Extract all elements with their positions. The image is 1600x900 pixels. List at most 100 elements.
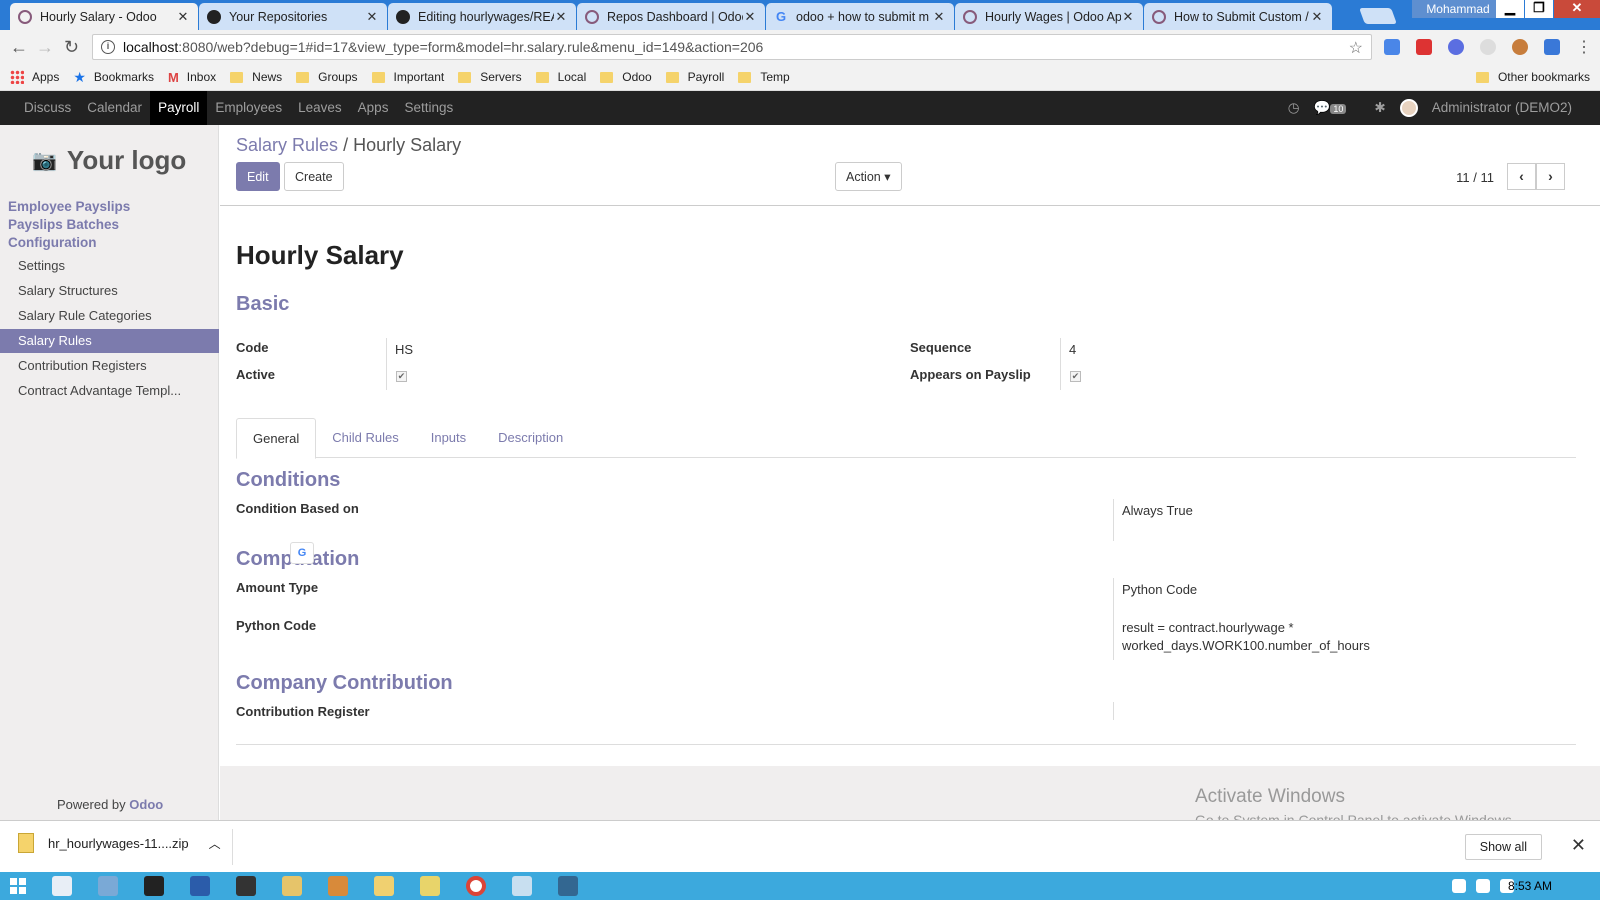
tab-inputs[interactable]: Inputs [415, 418, 482, 458]
action-dropdown[interactable]: Action ▾ [835, 162, 902, 191]
sidebar-item-contract-advantage[interactable]: Contract Advantage Templ... [0, 379, 219, 403]
google-translate-popup-icon[interactable]: G [290, 542, 314, 564]
computer-icon[interactable] [98, 876, 118, 896]
browser-tab-google-search[interactable]: G odoo + how to submit m ✕ [766, 3, 954, 30]
bookmark-news[interactable]: News [230, 70, 282, 84]
extension-red-icon[interactable] [1416, 39, 1432, 55]
windows-start-icon[interactable] [10, 878, 26, 894]
explorer-folder-icon[interactable] [374, 876, 394, 896]
chrome-icon[interactable] [466, 876, 486, 896]
bookmark-payroll[interactable]: Payroll [665, 70, 724, 84]
tab-description[interactable]: Description [482, 418, 579, 458]
sidebar-item-salary-rules[interactable]: Salary Rules [0, 329, 219, 353]
breadcrumb-salary-rules[interactable]: Salary Rules [236, 135, 338, 155]
activity-clock-icon[interactable]: ◷ [1288, 100, 1300, 116]
browser-tab-repositories[interactable]: Your Repositories ✕ [199, 3, 387, 30]
sidebar-header-payslips-batches[interactable]: Payslips Batches [8, 217, 119, 232]
extension-blue-icon[interactable] [1544, 39, 1560, 55]
record-title: Hourly Salary [236, 240, 404, 270]
menu-calendar[interactable]: Calendar [79, 91, 150, 125]
close-tab-icon[interactable]: ✕ [1121, 9, 1135, 25]
file-manager-icon[interactable] [52, 876, 72, 896]
edit-button[interactable]: Edit [236, 162, 280, 191]
browser-tab-hourly-wages[interactable]: Hourly Wages | Odoo Ap ✕ [955, 3, 1143, 30]
bookmark-servers[interactable]: Servers [458, 70, 522, 84]
close-tab-icon[interactable]: ✕ [176, 9, 190, 25]
bookmark-temp[interactable]: Temp [738, 70, 790, 84]
user-menu[interactable]: Administrator (DEMO2) [1399, 99, 1586, 117]
pager-next-icon[interactable]: › [1536, 163, 1565, 190]
debug-bug-icon[interactable]: ✱ [1374, 100, 1385, 116]
sidebar-item-salary-structures[interactable]: Salary Structures [0, 279, 219, 303]
network-tray-icon[interactable] [1476, 879, 1490, 893]
minimize-icon[interactable]: ▁ [1496, 0, 1524, 18]
bookmark-star-icon[interactable]: ☆ [1349, 38, 1363, 58]
bookmark-apps[interactable]: Apps [10, 70, 59, 84]
site-info-icon[interactable]: i [101, 40, 115, 54]
browser-tab-repos-dashboard[interactable]: Repos Dashboard | Odoo ✕ [577, 3, 765, 30]
address-bar[interactable]: i localhost:8080/web?debug=1#id=17&view_… [92, 34, 1372, 60]
company-logo[interactable]: 📷 Your logo [32, 145, 186, 176]
new-tab-button[interactable] [1359, 8, 1397, 24]
sidebar-header-configuration[interactable]: Configuration [8, 235, 96, 250]
bookmark-odoo[interactable]: Odoo [600, 70, 652, 84]
bookmark-bookmarks[interactable]: ★ Bookmarks [73, 69, 154, 86]
browser-tab-submit-custom[interactable]: How to Submit Custom / ✕ [1144, 3, 1332, 30]
tab-child-rules[interactable]: Child Rules [316, 418, 414, 458]
field-divider [386, 338, 387, 390]
restore-icon[interactable]: ❐ [1525, 0, 1553, 18]
close-tab-icon[interactable]: ✕ [1310, 9, 1324, 25]
pager-value[interactable]: 11 / 11 [1456, 170, 1494, 185]
notepad-icon[interactable] [420, 876, 440, 896]
powershell-icon[interactable] [190, 876, 210, 896]
sidebar-item-salary-rule-categories[interactable]: Salary Rule Categories [0, 304, 219, 328]
chevron-up-icon[interactable]: ︿ [209, 835, 221, 852]
extension-r-icon[interactable] [1448, 39, 1464, 55]
close-tab-icon[interactable]: ✕ [743, 9, 757, 25]
terminal-icon[interactable] [236, 876, 256, 896]
sidebar-item-settings[interactable]: Settings [0, 254, 219, 278]
browser-tab-hourly-salary[interactable]: Hourly Salary - Odoo ✕ [10, 3, 198, 30]
show-all-button[interactable]: Show all [1464, 834, 1542, 860]
window-user-badge[interactable]: Mohammad [1412, 0, 1504, 18]
bookmark-local[interactable]: Local [535, 70, 586, 84]
forward-arrow-icon[interactable]: → [36, 37, 54, 58]
security-tray-icon[interactable] [1452, 879, 1466, 893]
extension-monkey-icon[interactable] [1512, 39, 1528, 55]
close-tab-icon[interactable]: ✕ [554, 9, 568, 25]
menu-payroll[interactable]: Payroll [150, 91, 208, 125]
powered-by-link[interactable]: Odoo [129, 797, 163, 812]
close-tab-icon[interactable]: ✕ [365, 9, 379, 25]
menu-employees[interactable]: Employees [207, 91, 290, 125]
cmd-icon[interactable] [144, 876, 164, 896]
messages-icon[interactable]: 💬 10 [1314, 100, 1361, 116]
close-window-icon[interactable]: ✕ [1554, 0, 1600, 18]
extension-gray-icon[interactable] [1480, 39, 1496, 55]
menu-apps[interactable]: Apps [350, 91, 397, 125]
browser-tab-editing[interactable]: Editing hourlywages/REA ✕ [388, 3, 576, 30]
bookmark-inbox[interactable]: M Inbox [168, 70, 216, 85]
menu-leaves[interactable]: Leaves [290, 91, 350, 125]
remote-desktop-icon[interactable] [282, 876, 302, 896]
close-shelf-icon[interactable]: ✕ [1571, 835, 1586, 856]
chrome-menu-icon[interactable]: ⋮ [1576, 37, 1592, 57]
translate-extension-icon[interactable] [1384, 39, 1400, 55]
menu-discuss[interactable]: Discuss [16, 91, 79, 125]
bookmark-groups[interactable]: Groups [296, 70, 358, 84]
postgresql-icon[interactable] [558, 876, 578, 896]
back-arrow-icon[interactable]: ← [10, 37, 28, 58]
menu-settings[interactable]: Settings [396, 91, 461, 125]
network-app-icon[interactable] [512, 876, 532, 896]
bookmark-important[interactable]: Important [371, 70, 444, 84]
sidebar-header-employee-payslips[interactable]: Employee Payslips [8, 199, 130, 214]
tab-general[interactable]: General [236, 418, 317, 459]
other-bookmarks[interactable]: Other bookmarks [1475, 70, 1590, 84]
sidebar-item-contribution-registers[interactable]: Contribution Registers [0, 354, 219, 378]
close-tab-icon[interactable]: ✕ [932, 9, 946, 25]
app-icon[interactable] [328, 876, 348, 896]
system-clock[interactable]: 8:53 AM [1508, 879, 1552, 893]
pager-previous-icon[interactable]: ‹ [1507, 163, 1536, 190]
create-button[interactable]: Create [284, 162, 344, 191]
reload-icon[interactable]: ↻ [64, 37, 79, 58]
download-item[interactable]: hr_hourlywages-11....zip ︿ [18, 833, 221, 853]
